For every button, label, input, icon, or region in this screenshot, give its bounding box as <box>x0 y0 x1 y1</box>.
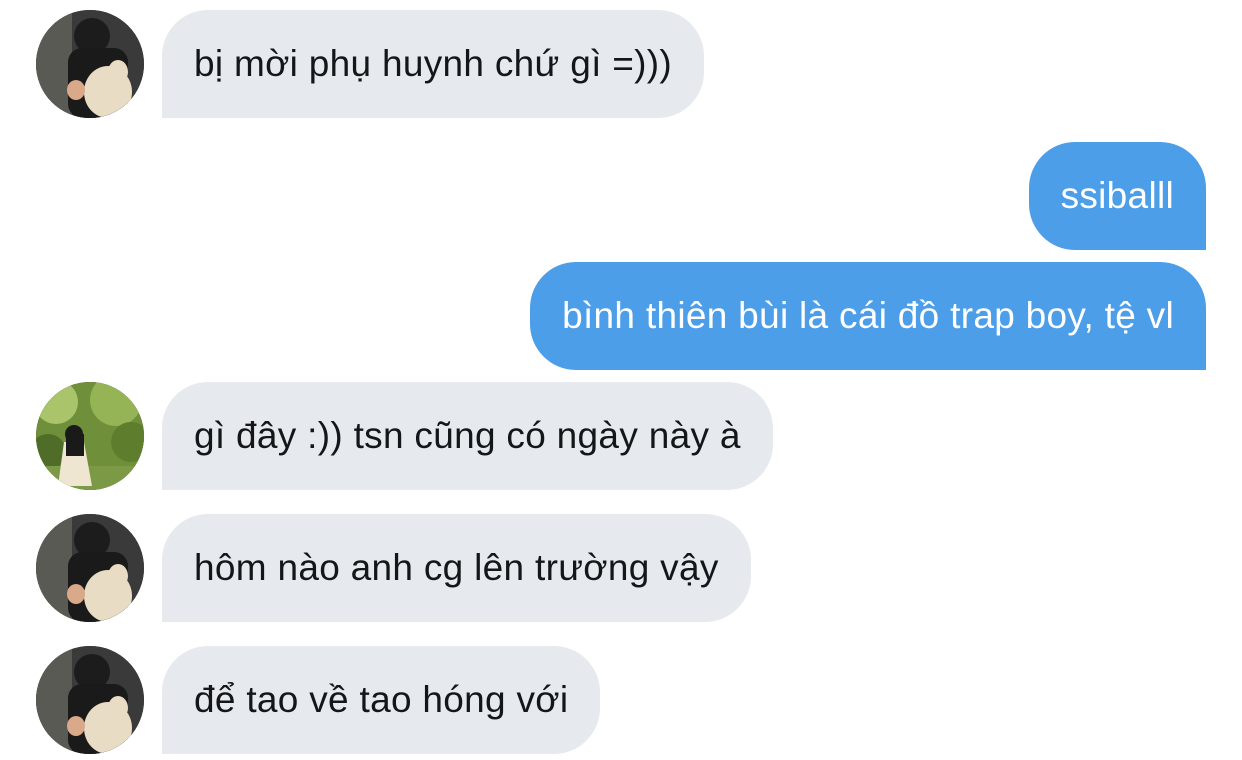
sender-avatar[interactable] <box>36 10 144 118</box>
girl-in-garden-avatar-image <box>36 382 144 490</box>
sender-avatar[interactable] <box>36 646 144 754</box>
message-text: bình thiên bùi là cái đồ trap boy, tệ vl <box>562 295 1174 336</box>
boy-with-dog-avatar-image <box>36 646 144 754</box>
message-text: bị mời phụ huynh chứ gì =))) <box>194 43 672 84</box>
message-text: hôm nào anh cg lên trường vậy <box>194 547 719 588</box>
message-bubble-outgoing[interactable]: bình thiên bùi là cái đồ trap boy, tệ vl <box>530 262 1206 370</box>
message-text: để tao về tao hóng với <box>194 679 569 720</box>
boy-with-dog-avatar-image <box>36 10 144 118</box>
message-text: ssiballl <box>1060 175 1174 216</box>
message-text: gì đây :)) tsn cũng có ngày này à <box>194 415 741 456</box>
boy-with-dog-avatar-image <box>36 514 144 622</box>
message-bubble-incoming[interactable]: hôm nào anh cg lên trường vậy <box>162 514 751 622</box>
message-bubble-incoming[interactable]: gì đây :)) tsn cũng có ngày này à <box>162 382 773 490</box>
message-bubble-incoming[interactable]: để tao về tao hóng với <box>162 646 601 754</box>
sender-avatar[interactable] <box>36 382 144 490</box>
sender-avatar[interactable] <box>36 514 144 622</box>
chat-thread: bị mời phụ huynh chứ gì =))) ssiballl bì… <box>0 0 1242 760</box>
message-bubble-incoming[interactable]: bị mời phụ huynh chứ gì =))) <box>162 10 704 118</box>
message-bubble-outgoing[interactable]: ssiballl <box>1028 142 1206 250</box>
